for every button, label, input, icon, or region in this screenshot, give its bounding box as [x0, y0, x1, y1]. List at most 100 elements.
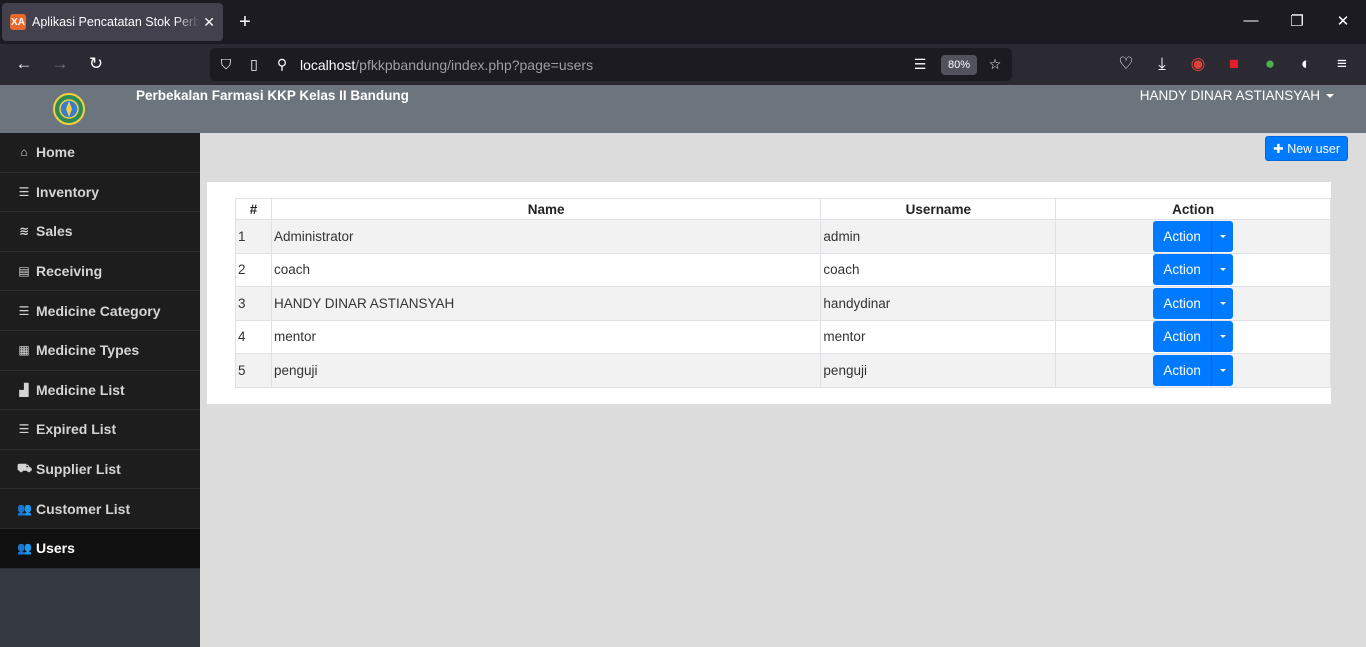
chevron-down-icon	[1219, 368, 1226, 372]
row-number: 3	[235, 286, 272, 321]
sidebar-item-medicine-category[interactable]: ☰ Medicine Category	[0, 291, 200, 331]
permissions-icon[interactable]: ⚲	[273, 55, 291, 73]
row-number: 4	[235, 319, 272, 354]
sidebar-item-label: Sales	[36, 223, 73, 240]
kkp-logo-icon	[53, 93, 85, 125]
row-username: admin	[820, 219, 1057, 254]
action-dropdown-toggle[interactable]	[1211, 220, 1234, 252]
home-icon: ⌂	[20, 145, 28, 160]
sidebar-item-label: Home	[36, 144, 75, 161]
sidebar-item-receiving[interactable]: ▤ Receiving	[0, 251, 200, 292]
close-window-icon[interactable]: ✕	[1333, 12, 1353, 30]
table-row: 1 Administrator admin Action	[235, 219, 1331, 254]
sidebar-item-label: Expired List	[36, 421, 117, 438]
minimize-icon[interactable]: —	[1241, 12, 1261, 29]
action-dropdown[interactable]: Action	[1153, 287, 1234, 319]
table-header-row: # Name Username Action	[235, 198, 1331, 220]
user-name: HANDY DINAR ASTIANSYAH	[1139, 88, 1320, 103]
menu-icon[interactable]: ≡	[1330, 52, 1354, 76]
sidebar-item-sales[interactable]: ≋ Sales	[0, 212, 200, 252]
back-icon[interactable]: ←	[12, 52, 36, 76]
action-dropdown[interactable]: Action	[1153, 321, 1234, 353]
user-menu[interactable]: HANDY DINAR ASTIANSYAH	[1140, 88, 1334, 103]
browser-toolbar: ← → ↻ ⛉ ▯ ⚲ localhost/pfkkpbandung/index…	[0, 44, 1366, 85]
truck-icon: ⛟	[17, 461, 33, 476]
bookmark-star-icon[interactable]: ☆	[986, 55, 1004, 73]
browser-tab[interactable]: XA Aplikasi Pencatatan Stok Perbekalan F…	[2, 3, 223, 41]
row-action-cell: Action	[1055, 353, 1331, 388]
new-tab-icon[interactable]: +	[234, 11, 256, 33]
row-name: HANDY DINAR ASTIANSYAH	[270, 286, 822, 321]
forward-icon[interactable]: →	[48, 52, 72, 76]
action-dropdown-toggle[interactable]	[1211, 354, 1234, 386]
action-button[interactable]: Action	[1153, 287, 1212, 319]
action-button[interactable]: Action	[1153, 220, 1212, 252]
row-action-cell: Action	[1055, 286, 1331, 321]
row-action-cell: Action	[1055, 319, 1331, 354]
xampp-favicon-icon: XA	[10, 14, 26, 30]
page-scrollbar[interactable]	[1358, 133, 1366, 647]
restore-icon[interactable]: ❐	[1287, 12, 1307, 30]
browser-tabstrip: XA Aplikasi Pencatatan Stok Perbekalan F…	[0, 0, 1366, 44]
main-content: ✚ New user # Name Username Action 1 Admi…	[200, 133, 1358, 647]
web-page: Perbekalan Farmasi KKP Kelas II Bandung …	[0, 85, 1366, 647]
extension-globe-icon[interactable]: ●	[1258, 52, 1282, 76]
sidebar-item-supplier-list[interactable]: ⛟ Supplier List	[0, 449, 200, 490]
action-dropdown[interactable]: Action	[1153, 354, 1234, 386]
file-icon: ▤	[18, 264, 30, 279]
list-icon: ☰	[18, 303, 30, 318]
extension-dark-icon[interactable]: ◐	[1294, 52, 1318, 76]
chevron-down-icon	[1219, 335, 1226, 339]
close-tab-icon[interactable]: ✕	[203, 14, 215, 31]
column-header-name[interactable]: Name	[270, 198, 822, 220]
sidebar-item-users[interactable]: 👥 Users	[0, 528, 200, 569]
chevron-down-icon	[1219, 234, 1226, 238]
downloads-icon[interactable]: ⤓	[1150, 52, 1174, 76]
action-dropdown[interactable]: Action	[1153, 220, 1234, 252]
url-bar[interactable]: ⛉ ▯ ⚲ localhost/pfkkpbandung/index.php?p…	[210, 48, 1012, 81]
reader-view-icon[interactable]: ☰	[911, 55, 929, 73]
zoom-level[interactable]: 80%	[941, 55, 977, 75]
pocket-icon[interactable]: ♡	[1114, 52, 1138, 76]
user-friends-icon: 👥	[17, 501, 32, 516]
tab-title: Aplikasi Pencatatan Stok Perbekalan Farm…	[32, 15, 200, 29]
sidebar-item-label: Medicine Category	[36, 302, 161, 319]
sidebar-item-label: Receiving	[36, 263, 103, 280]
table-row: 2 coach coach Action	[235, 252, 1331, 287]
new-user-button[interactable]: ✚ New user	[1265, 136, 1348, 161]
new-user-label: New user	[1287, 142, 1340, 156]
action-button[interactable]: Action	[1153, 321, 1212, 353]
action-button[interactable]: Action	[1153, 254, 1212, 286]
shield-icon[interactable]: ⛉	[217, 55, 235, 73]
sidebar-item-expired-list[interactable]: ☰ Expired List	[0, 410, 200, 450]
column-header-username[interactable]: Username	[820, 198, 1057, 220]
action-dropdown[interactable]: Action	[1153, 254, 1234, 286]
sidebar-item-medicine-list[interactable]: ▟ Medicine List	[0, 370, 200, 411]
sidebar-item-medicine-types[interactable]: ▦ Medicine Types	[0, 330, 200, 371]
plus-icon: ✚	[1273, 142, 1288, 156]
url-text[interactable]: localhost/pfkkpbandung/index.php?page=us…	[300, 57, 593, 73]
action-dropdown-toggle[interactable]	[1211, 287, 1234, 319]
reload-icon[interactable]: ↻	[84, 52, 108, 76]
sidebar-item-label: Users	[36, 540, 75, 557]
sidebar-item-home[interactable]: ⌂ Home	[0, 133, 200, 173]
sidebar-item-label: Medicine List	[36, 381, 125, 398]
row-action-cell: Action	[1055, 252, 1331, 287]
action-dropdown-toggle[interactable]	[1211, 254, 1234, 286]
extension-eye-icon[interactable]: ◉	[1186, 52, 1210, 76]
sidebar-item-label: Inventory	[36, 183, 100, 200]
sidebar-item-label: Medicine Types	[36, 342, 140, 359]
column-header-action: Action	[1055, 198, 1331, 220]
sidebar-item-label: Customer List	[36, 500, 131, 517]
list-icon: ☰	[18, 422, 30, 437]
row-number: 2	[235, 252, 272, 287]
action-dropdown-toggle[interactable]	[1211, 321, 1234, 353]
sidebar-item-customer-list[interactable]: 👥 Customer List	[0, 489, 200, 529]
sidebar-item-inventory[interactable]: ☰ Inventory	[0, 172, 200, 213]
column-header-number: #	[235, 198, 272, 220]
page-icon[interactable]: ▯	[245, 55, 263, 73]
users-icon: 👥	[17, 541, 32, 556]
extension-lock-icon[interactable]: ■	[1222, 52, 1246, 76]
row-action-cell: Action	[1055, 219, 1331, 254]
action-button[interactable]: Action	[1153, 354, 1212, 386]
